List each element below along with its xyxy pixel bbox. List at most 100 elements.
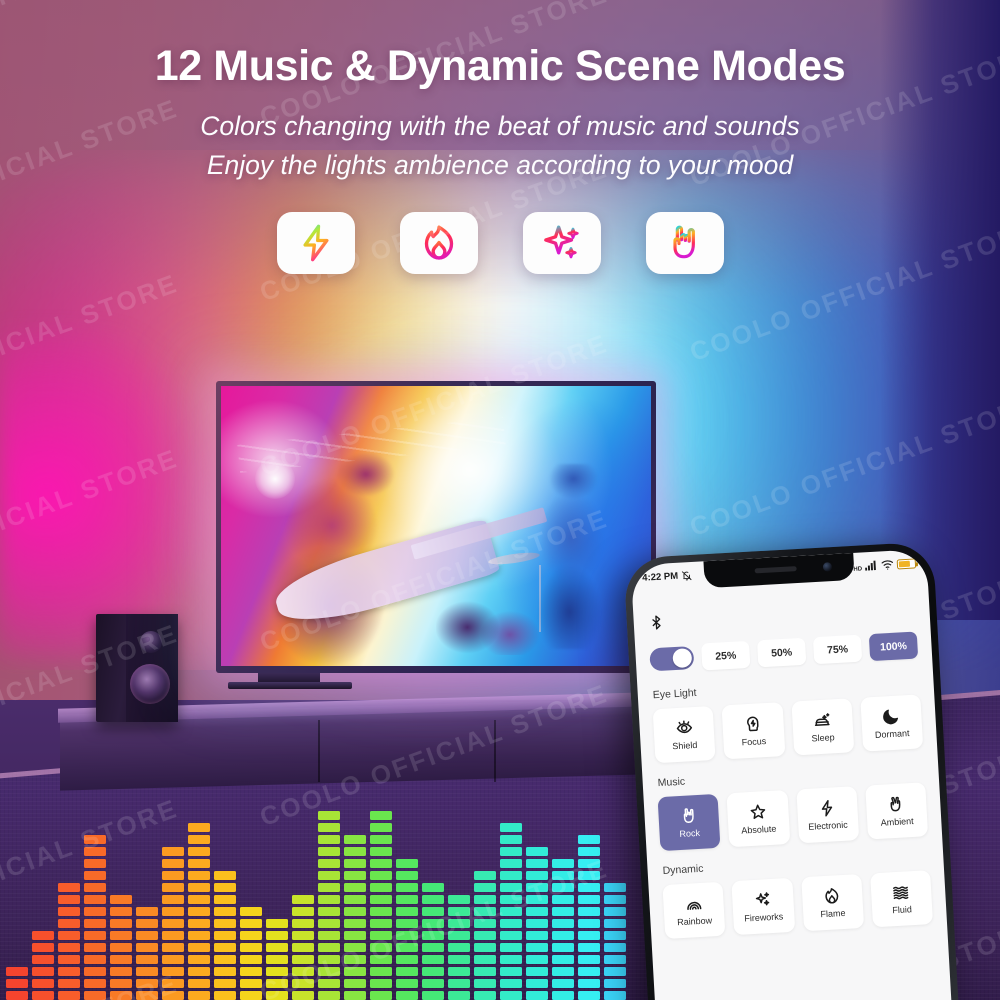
equalizer-segment [422, 895, 444, 904]
equalizer-segment [474, 871, 496, 880]
equalizer-segment [136, 907, 158, 916]
mode-tile-absolute[interactable]: Absolute [726, 789, 790, 848]
mode-tile-flame[interactable]: Flame [800, 873, 864, 932]
equalizer-column [136, 907, 158, 1000]
star-icon [750, 804, 766, 819]
equalizer-segment [266, 967, 288, 976]
mode-tile-electronic[interactable]: Electronic [795, 786, 859, 844]
equalizer-segment [240, 955, 262, 964]
equalizer-segment [32, 979, 54, 988]
mode-tile-dormant[interactable]: Dormant [860, 694, 924, 752]
equalizer-segment [604, 943, 626, 952]
equalizer-segment [32, 967, 54, 976]
brightness-75-button[interactable]: 75% [812, 634, 863, 665]
brightness-50-button[interactable]: 50% [756, 637, 807, 668]
equalizer-segment [292, 967, 314, 976]
media-console-seam [318, 719, 320, 783]
mode-tile-ambient[interactable]: Ambient [864, 782, 929, 840]
equalizer-segment [370, 955, 392, 964]
equalizer-segment [266, 943, 288, 952]
equalizer-segment [110, 919, 132, 928]
wifi-icon [881, 559, 895, 571]
equalizer-segment [552, 979, 574, 988]
equalizer-segment [552, 919, 574, 928]
equalizer-segment [448, 943, 470, 952]
mode-tile-sleep[interactable]: Sleep [790, 698, 855, 756]
equalizer-segment [188, 955, 210, 964]
equalizer-segment [344, 931, 366, 940]
equalizer-segment [188, 943, 210, 952]
sparkle-small-2-icon [564, 247, 577, 259]
equalizer-segment [448, 907, 470, 916]
equalizer-column [188, 823, 210, 1000]
equalizer-column [266, 919, 288, 1000]
equalizer-segment [422, 991, 444, 1000]
mode-tile-fireworks[interactable]: Fireworks [731, 877, 795, 936]
equalizer-segment [500, 859, 522, 868]
equalizer-segment [474, 991, 496, 1000]
brightness-25-button[interactable]: 25% [701, 640, 751, 671]
equalizer-segment [396, 919, 418, 928]
equalizer-segment [396, 871, 418, 880]
equalizer-segment [58, 991, 80, 1000]
brightness-100-button[interactable]: 100% [868, 631, 919, 662]
equalizer-segment [188, 859, 210, 868]
mode-tile-label: Ambient [880, 815, 914, 828]
equalizer-segment [136, 967, 158, 976]
equalizer-segment [214, 931, 236, 940]
equalizer-segment [136, 919, 158, 928]
equalizer-segment [318, 871, 340, 880]
equalizer-segment [552, 871, 574, 880]
speaker-tweeter [140, 631, 162, 653]
mode-tile-fluid[interactable]: Fluid [869, 870, 934, 928]
equalizer-segment [370, 931, 392, 940]
rock-hand-icon [683, 808, 694, 823]
mode-tile-rainbow[interactable]: Rainbow [662, 881, 726, 939]
equalizer-segment [58, 955, 80, 964]
power-toggle[interactable] [649, 645, 695, 672]
equalizer-segment [318, 991, 340, 1000]
equalizer-segment [84, 883, 106, 892]
mode-tile-focus[interactable]: Focus [721, 702, 785, 760]
equalizer-segment [370, 871, 392, 880]
equalizer-segment [422, 907, 444, 916]
audio-equalizer [0, 800, 660, 1000]
equalizer-segment [370, 979, 392, 988]
equalizer-segment [84, 907, 106, 916]
equalizer-segment [578, 955, 600, 964]
equalizer-segment [318, 955, 340, 964]
equalizer-segment [526, 979, 548, 988]
mode-tile-label: Fluid [892, 904, 913, 916]
equalizer-segment [396, 883, 418, 892]
page-title: 12 Music & Dynamic Scene Modes [154, 42, 846, 90]
equalizer-segment [500, 883, 522, 892]
equalizer-segment [188, 931, 210, 940]
equalizer-segment [84, 991, 106, 1000]
feature-chip-flame [399, 212, 478, 274]
equalizer-segment [500, 967, 522, 976]
phone-screen: 4:22 PM HD 25% 50% 75% 100% Eye Light Sh… [630, 548, 952, 1000]
equalizer-segment [162, 979, 184, 988]
equalizer-segment [578, 847, 600, 856]
mode-tile-label: Flame [820, 907, 846, 920]
equalizer-segment [578, 895, 600, 904]
equalizer-segment [162, 871, 184, 880]
equalizer-segment [214, 871, 236, 880]
mode-tile-rock[interactable]: Rock [657, 793, 721, 852]
equalizer-segment [58, 979, 80, 988]
bell-mute-icon [681, 570, 693, 582]
mode-tile-shield[interactable]: Shield [652, 705, 716, 764]
app-content: 25% 50% 75% 100% Eye Light Shield Focus Sleep D… [632, 576, 952, 1000]
peace-hand-icon [890, 796, 901, 812]
equalizer-segment [370, 847, 392, 856]
equalizer-segment [552, 955, 574, 964]
equalizer-segment [552, 883, 574, 892]
equalizer-segment [370, 895, 392, 904]
equalizer-segment [526, 895, 548, 904]
speaker-woofer [130, 664, 170, 704]
bluetooth-icon[interactable] [647, 611, 665, 633]
equalizer-segment [344, 979, 366, 988]
equalizer-segment [32, 943, 54, 952]
equalizer-segment [292, 931, 314, 940]
equalizer-segment [396, 895, 418, 904]
